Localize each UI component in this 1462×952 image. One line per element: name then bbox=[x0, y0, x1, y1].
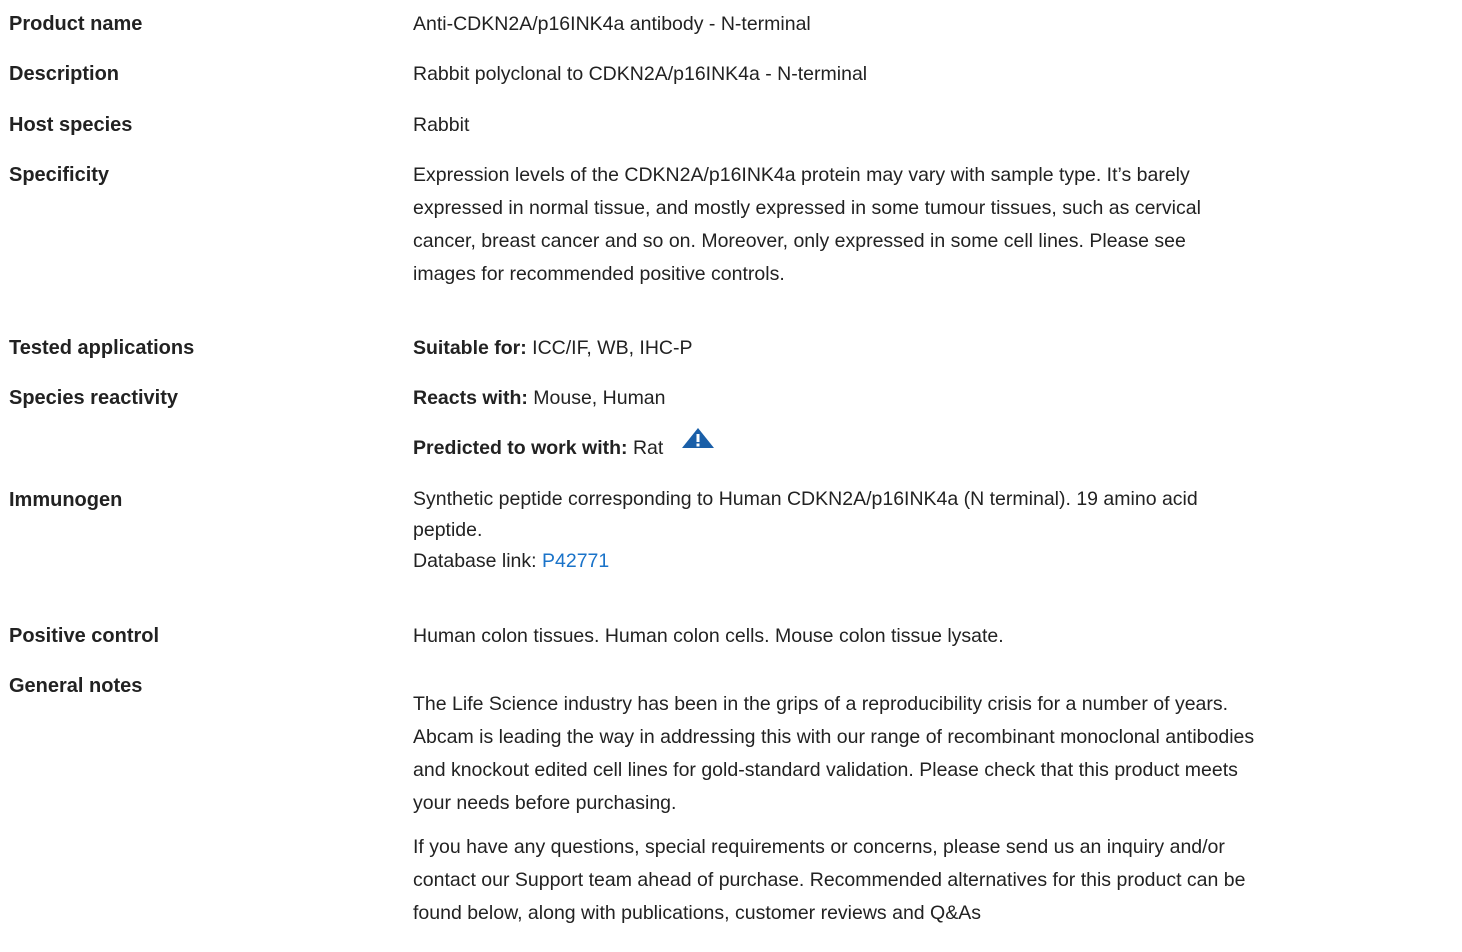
label-species-reactivity: Species reactivity bbox=[9, 387, 178, 409]
suitable-for-prefix: Suitable for: bbox=[413, 337, 527, 359]
predicted-prefix: Predicted to work with: bbox=[413, 437, 628, 459]
value-specificity: Expression levels of the CDKN2A/p16INK4a… bbox=[413, 159, 1403, 291]
label-tested-applications: Tested applications bbox=[9, 337, 195, 359]
tested-applications-line: Suitable for: ICC/IF, WB, IHC-P bbox=[413, 332, 1403, 364]
value-product-name: Anti-CDKN2A/p16INK4a antibody - N-termin… bbox=[413, 8, 1403, 40]
label-general-notes: General notes bbox=[9, 675, 143, 697]
value-description: Rabbit polyclonal to CDKN2A/p16INK4a - N… bbox=[413, 58, 1403, 90]
description-text: Rabbit polyclonal to CDKN2A/p16INK4a - N… bbox=[413, 63, 868, 85]
tested-applications-text: ICC/IF, WB, IHC-P bbox=[526, 337, 693, 359]
label-host-species: Host species bbox=[9, 114, 133, 136]
reacts-with-line: Reacts with: Mouse, Human bbox=[413, 373, 1403, 423]
positive-control-text: Human colon tissues. Human colon cells. … bbox=[413, 625, 1004, 647]
label-positive-control: Positive control bbox=[9, 625, 160, 647]
general-notes-line: contact our Support team ahead of purcha… bbox=[413, 869, 1246, 891]
specificity-line: images for recommended positive controls… bbox=[413, 263, 785, 285]
predicted-line: Predicted to work with: Rat bbox=[413, 423, 1403, 474]
specificity-line: expressed in normal tissue, and mostly e… bbox=[413, 197, 1201, 219]
reacts-with-text: Mouse, Human bbox=[527, 387, 666, 409]
database-link-prefix: Database link: bbox=[413, 550, 542, 572]
general-notes-line: found below, along with publications, cu… bbox=[413, 902, 981, 924]
label-description: Description bbox=[9, 63, 120, 85]
value-tested-applications: Suitable for: ICC/IF, WB, IHC-P bbox=[413, 332, 1403, 364]
value-positive-control: Human colon tissues. Human colon cells. … bbox=[413, 620, 1403, 652]
label-specificity: Specificity bbox=[9, 164, 110, 186]
database-link-line: Database link: P42771 bbox=[413, 546, 1403, 577]
value-immunogen: Synthetic peptide corresponding to Human… bbox=[413, 484, 1403, 577]
host-species-text: Rabbit bbox=[413, 114, 470, 136]
immunogen-line: Synthetic peptide corresponding to Human… bbox=[413, 488, 1198, 510]
label-product-name: Product name bbox=[9, 13, 143, 35]
value-general-notes: The Life Science industry has been in th… bbox=[413, 688, 1403, 930]
general-notes-line: your needs before purchasing. bbox=[413, 792, 677, 814]
general-notes-line: If you have any questions, special requi… bbox=[413, 836, 1225, 858]
warning-triangle-icon[interactable] bbox=[681, 418, 715, 468]
specificity-line: cancer, breast cancer and so on. Moreove… bbox=[413, 230, 1186, 252]
value-host-species: Rabbit bbox=[413, 109, 1403, 141]
general-notes-line: The Life Science industry has been in th… bbox=[413, 693, 1229, 715]
product-name-text: Anti-CDKN2A/p16INK4a antibody - N-termin… bbox=[413, 13, 811, 35]
reacts-with-prefix: Reacts with: bbox=[413, 387, 528, 409]
value-species-reactivity: Reacts with: Mouse, Human Predicted to w… bbox=[413, 373, 1403, 474]
immunogen-line: peptide. bbox=[413, 519, 483, 541]
specificity-line: Expression levels of the CDKN2A/p16INK4a… bbox=[413, 164, 1190, 186]
predicted-text: Rat bbox=[627, 437, 664, 459]
label-immunogen: Immunogen bbox=[9, 489, 123, 511]
database-link[interactable]: P42771 bbox=[542, 550, 609, 572]
general-notes-line: and knockout edited cell lines for gold-… bbox=[413, 759, 1238, 781]
general-notes-line: Abcam is leading the way in addressing t… bbox=[413, 726, 1255, 748]
